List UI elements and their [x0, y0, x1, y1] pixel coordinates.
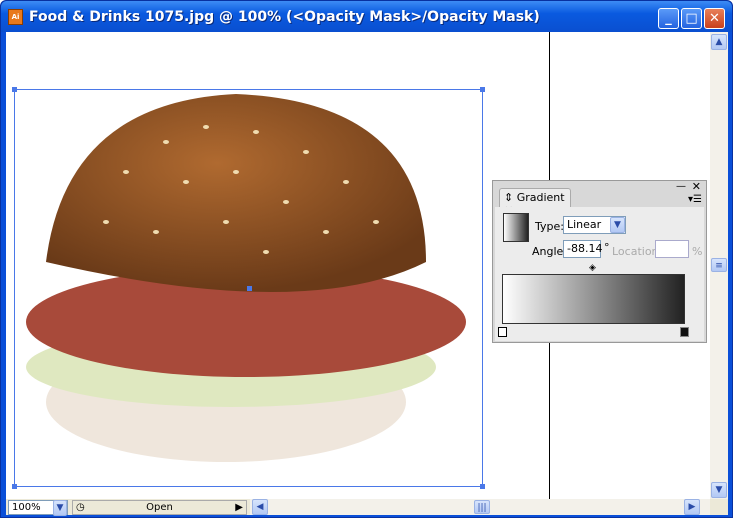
scroll-right-button[interactable]: ▶	[684, 499, 700, 515]
close-panel-icon[interactable]: ✕	[692, 180, 701, 193]
scroll-thumb[interactable]: ≡	[711, 258, 727, 272]
clock-icon: ◷	[76, 502, 85, 513]
gradient-stop-white[interactable]	[498, 327, 507, 337]
zoom-select[interactable]: 100% ▼	[8, 500, 68, 516]
title-bar[interactable]: Ai Food & Drinks 1075.jpg @ 100% (<Opaci…	[1, 1, 732, 32]
type-select[interactable]: Linear ▼	[563, 216, 626, 234]
gradient-swatch[interactable]	[503, 213, 529, 242]
center-point[interactable]	[247, 286, 252, 291]
type-label: Type:	[535, 220, 564, 233]
scroll-left-button[interactable]: ◀	[252, 499, 268, 515]
angle-label: Angle:	[532, 245, 568, 258]
scroll-up-button[interactable]: ▲	[711, 34, 727, 50]
location-input[interactable]	[655, 240, 689, 258]
type-value: Linear	[567, 218, 602, 231]
gradient-panel: — ✕ ⇕ Gradient ✕ ▾☰ Type: Linear ▼ Angle:…	[492, 180, 707, 343]
status-bar: 100% ▼ ◷ Open ▶ ◀ ||| ▶	[6, 499, 728, 516]
resize-handle[interactable]	[12, 484, 17, 489]
maximize-button[interactable]: □	[681, 8, 702, 29]
window-title: Food & Drinks 1075.jpg @ 100% (<Opacity …	[29, 9, 540, 25]
status-label: Open	[146, 502, 173, 513]
play-arrow-icon[interactable]: ▶	[235, 501, 243, 514]
scroll-thumb[interactable]: |||	[474, 500, 490, 514]
resize-handle[interactable]	[480, 484, 485, 489]
tab-label: Gradient	[516, 191, 565, 204]
selection-bounding-box[interactable]	[12, 87, 485, 489]
chevron-down-icon[interactable]: ▼	[53, 500, 67, 516]
reorder-icon: ⇕	[504, 191, 514, 204]
gradient-stop-black[interactable]	[680, 327, 689, 337]
gradient-slider[interactable]	[502, 274, 685, 324]
close-button[interactable]: ✕	[704, 8, 725, 29]
panel-menu-icon[interactable]: ▾☰	[688, 194, 702, 205]
angle-input[interactable]: -88.14	[563, 240, 602, 258]
tab-gradient[interactable]: ⇕ Gradient ✕	[499, 188, 571, 217]
midpoint-diamond[interactable]: ◈	[589, 263, 596, 273]
status-menu[interactable]: ◷ Open ▶	[72, 500, 247, 515]
horizontal-scrollbar[interactable]: ◀ ||| ▶	[250, 499, 710, 515]
scroll-down-button[interactable]: ▼	[711, 482, 727, 498]
resize-handle[interactable]	[12, 87, 17, 92]
percent-label: %	[692, 245, 703, 258]
collapse-icon[interactable]: —	[676, 181, 686, 192]
zoom-value: 100%	[12, 502, 41, 513]
illustrator-icon: Ai	[8, 9, 23, 25]
vertical-scrollbar[interactable]: ▲ ≡ ▼	[710, 32, 728, 499]
minimize-button[interactable]: _	[658, 8, 679, 29]
chevron-down-icon[interactable]: ▼	[610, 217, 625, 233]
degree-symbol: °	[604, 241, 610, 254]
resize-handle[interactable]	[480, 87, 485, 92]
